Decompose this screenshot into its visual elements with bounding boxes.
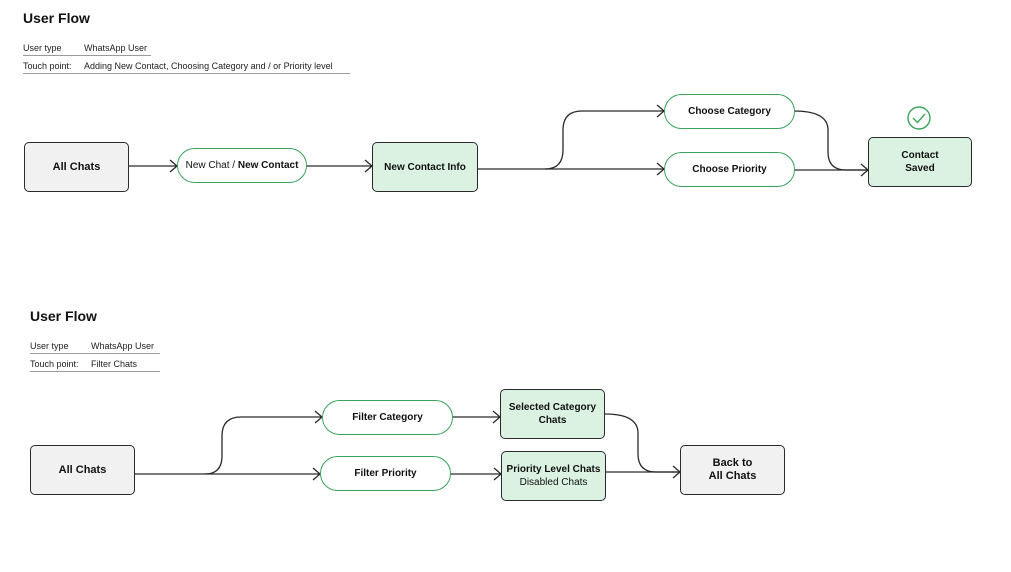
node-label-line2: Saved <box>905 163 935 174</box>
user-type-value: WhatsApp User <box>91 341 155 351</box>
user-type-label: User type <box>30 341 69 351</box>
node-label-line2: All Chats <box>708 470 757 482</box>
node-choose-priority: Choose Priority <box>664 152 795 187</box>
touch-point-value: Filter Chats <box>91 359 138 369</box>
node-selected-category-chats: Selected Category Chats <box>500 389 605 439</box>
node-label: Filter Category <box>352 412 423 423</box>
flow1-title: User Flow <box>23 10 90 26</box>
node-all-chats: All Chats <box>24 142 129 192</box>
node-label-line2: Chats <box>538 415 567 426</box>
node-label-prefix: New Chat / <box>185 160 236 171</box>
node-back-to-all-chats: Back to All Chats <box>680 445 785 495</box>
user-type-label: User type <box>23 43 62 53</box>
node-label: Choose Priority <box>692 164 767 175</box>
touch-point-label: Touch point: <box>23 61 72 71</box>
node-sublabel: Disabled Chats <box>519 477 588 488</box>
node-label-line1: Contact <box>901 150 939 161</box>
node-contact-saved: Contact Saved <box>868 137 972 187</box>
node-label: New Contact Info <box>384 161 466 173</box>
check-circle-icon <box>907 106 931 130</box>
node-label-bold: New Contact <box>237 160 299 171</box>
node-filter-category: Filter Category <box>322 400 453 435</box>
flow2-title: User Flow <box>30 308 97 324</box>
flow2-touch-point-row: Touch point: Filter Chats <box>30 359 160 372</box>
flow1-user-type-row: User type WhatsApp User <box>23 43 151 56</box>
flow1-touch-point-row: Touch point: Adding New Contact, Choosing… <box>23 61 350 74</box>
node-label: All Chats <box>58 463 107 476</box>
edge-allchats2-category <box>204 416 322 475</box>
node-choose-category: Choose Category <box>664 94 795 129</box>
edge-newcontactinfo-category <box>544 110 664 170</box>
node-label-line1: Selected Category <box>508 402 597 413</box>
node-new-contact-info: New Contact Info <box>372 142 478 192</box>
node-priority-level-chats: Priority Level Chats Disabled Chats <box>501 451 606 501</box>
edge-selected-back <box>604 413 680 473</box>
node-label: Priority Level Chats <box>506 464 601 475</box>
touch-point-value: Adding New Contact, Choosing Category an… <box>84 61 333 71</box>
touch-point-label: Touch point: <box>30 359 79 369</box>
node-label: All Chats <box>52 160 101 173</box>
node-label-line1: Back to <box>712 457 753 469</box>
flow2-user-type-row: User type WhatsApp User <box>30 341 160 354</box>
node-label: Choose Category <box>688 106 771 117</box>
node-all-chats-2: All Chats <box>30 445 135 495</box>
node-filter-priority: Filter Priority <box>320 456 451 491</box>
node-new-chat-new-contact: New Chat / New Contact <box>177 148 307 183</box>
edge-category-saved <box>793 110 868 171</box>
user-type-value: WhatsApp User <box>84 43 148 53</box>
node-label: Filter Priority <box>354 468 417 479</box>
